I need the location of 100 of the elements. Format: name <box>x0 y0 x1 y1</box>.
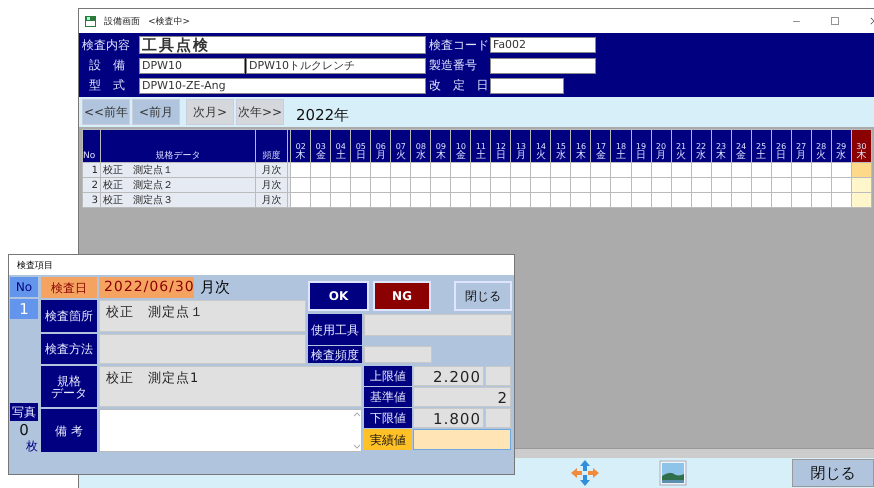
window-title: 設備画面 <box>104 16 140 28</box>
table-cell: 月次 <box>256 162 288 178</box>
field-label: 検査内容 <box>82 36 131 54</box>
text-field[interactable] <box>364 346 432 363</box>
day-header: 11 土 <box>470 130 491 162</box>
day-header: 28 火 <box>811 130 832 162</box>
day-header: 15 水 <box>550 130 571 162</box>
table-cell: 校正 測定点１ <box>100 162 256 178</box>
dialog-title: 検査項目 <box>17 260 53 272</box>
day-header: 09 木 <box>430 130 451 162</box>
field-label: 検査箇所 <box>41 300 97 332</box>
photo-count: 0 <box>19 423 29 438</box>
text-field[interactable]: 校正 測定点1 <box>99 366 362 407</box>
field-label: 実績値 <box>364 429 412 450</box>
move-icon[interactable] <box>569 459 601 487</box>
column-header: 規格データ <box>100 130 256 162</box>
day-header: 25 土 <box>751 130 772 162</box>
text-field[interactable] <box>364 314 512 336</box>
unit-field <box>485 408 511 428</box>
value-field: 2.200 <box>413 366 484 386</box>
table-cell: 3 <box>82 192 101 208</box>
window-status: <検査中> <box>148 16 190 28</box>
field-label: 基準値 <box>364 387 412 407</box>
field-label: 上限値 <box>364 366 412 386</box>
remarks-field[interactable] <box>99 409 362 452</box>
nav-button[interactable]: 次年>> <box>236 99 284 125</box>
field-label: 下限値 <box>364 408 412 428</box>
field-label: 改 定 日 <box>429 77 487 94</box>
day-header: 04 土 <box>330 130 351 162</box>
day-header: 14 火 <box>530 130 551 162</box>
day-header: 05 日 <box>350 130 371 162</box>
text-field[interactable]: DPW10トルクレンチ <box>246 58 426 74</box>
scroll-arrows-icon[interactable] <box>353 410 361 451</box>
date-field[interactable]: 2022/06/30 <box>99 277 194 298</box>
column-header: 頻度 <box>256 130 288 162</box>
value-field: 2 <box>413 387 511 407</box>
table-cell: 月次 <box>256 192 288 208</box>
day-header: 13 月 <box>510 130 531 162</box>
app-logo-icon <box>85 16 96 26</box>
table-cell: 1 <box>82 162 101 178</box>
field-label: 検査コード <box>429 36 487 54</box>
image-icon[interactable] <box>659 460 687 486</box>
ok-button[interactable]: OK <box>308 281 369 311</box>
result-input[interactable] <box>413 429 511 450</box>
ng-button[interactable]: NG <box>373 281 431 311</box>
table-cell: 校正 測定点３ <box>100 192 256 208</box>
day-header: 10 金 <box>450 130 471 162</box>
day-header: 19 日 <box>631 130 652 162</box>
day-header: 23 木 <box>711 130 732 162</box>
day-header: 07 火 <box>390 130 411 162</box>
field-label: 規格 データ <box>41 366 97 407</box>
photo-unit: 枚 <box>26 440 38 452</box>
unit-field <box>485 366 511 386</box>
text-field[interactable]: DPW10 <box>139 58 245 74</box>
maximize-icon[interactable] <box>830 16 840 26</box>
frequency-text: 月次 <box>200 278 230 297</box>
day-header: 03 金 <box>310 130 331 162</box>
no-label: No <box>10 277 38 297</box>
table-cell: 校正 測定点２ <box>100 178 256 192</box>
text-field[interactable]: DPW10-ZE-Ang <box>139 78 426 94</box>
day-header: 17 金 <box>590 130 611 162</box>
text-field[interactable]: 校正 測定点１ <box>99 300 306 332</box>
photo-label: 写真 <box>10 403 38 421</box>
field-label: 製造番号 <box>429 57 478 74</box>
table-cell: 2 <box>82 178 101 192</box>
value-field: 1.800 <box>413 408 484 428</box>
item-number: 1 <box>10 299 38 319</box>
day-header: 22 水 <box>691 130 712 162</box>
nav-button[interactable]: 次月> <box>186 99 234 125</box>
day-header: 08 水 <box>410 130 431 162</box>
text-field[interactable]: 工具点検 <box>139 36 426 54</box>
year-label: 2022年 <box>296 106 350 124</box>
day-header: 12 日 <box>490 130 511 162</box>
day-header: 30 木 <box>851 130 872 162</box>
text-field[interactable] <box>99 334 306 364</box>
field-label: 検査頻度 <box>308 346 362 363</box>
text-field[interactable] <box>490 58 596 74</box>
text-field[interactable] <box>490 78 564 94</box>
nav-button[interactable]: <<前年 <box>82 99 130 125</box>
column-header: No <box>82 130 101 162</box>
close-button[interactable]: 閉じる <box>792 459 874 487</box>
day-header: 26 日 <box>771 130 792 162</box>
text-field[interactable]: Fa002 <box>490 37 596 53</box>
day-header: 27 月 <box>791 130 812 162</box>
field-label: 設 備 <box>88 57 130 74</box>
day-header: 16 木 <box>570 130 591 162</box>
day-header: 29 水 <box>831 130 852 162</box>
field-label: 型 式 <box>88 77 130 94</box>
close-button[interactable]: 閉じる <box>454 281 512 311</box>
day-header: 24 金 <box>731 130 752 162</box>
date-label: 検査日 <box>41 277 97 298</box>
day-header: 21 火 <box>671 130 692 162</box>
field-label: 使用工具 <box>308 314 362 345</box>
nav-button[interactable]: <前月 <box>132 99 180 125</box>
day-header: 18 土 <box>610 130 631 162</box>
field-label: 検査方法 <box>41 334 97 364</box>
day-header: 06 月 <box>370 130 391 162</box>
field-label: 備 考 <box>41 409 97 452</box>
day-header: 02 木 <box>290 130 311 162</box>
day-header: 20 月 <box>651 130 672 162</box>
